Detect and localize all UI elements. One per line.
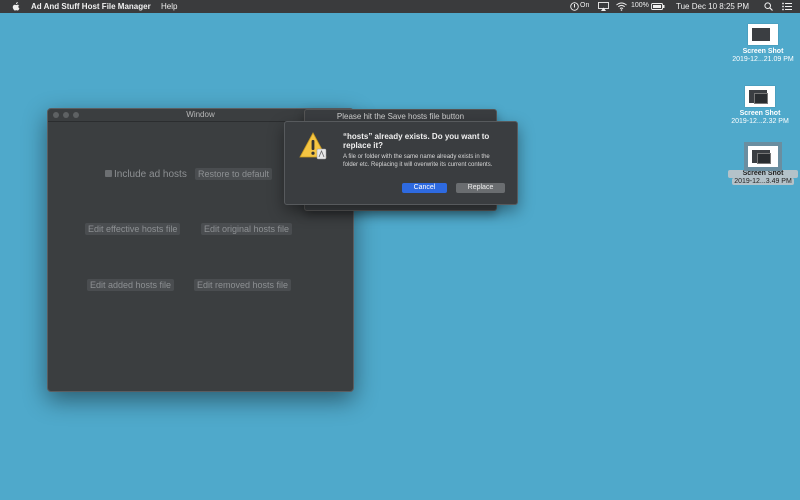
alert-informative-text: A file or folder with the same name alre… bbox=[343, 154, 493, 168]
file-date: 2019-12...3.49 PM bbox=[732, 178, 794, 185]
screenshot-thumbnail-icon bbox=[748, 24, 778, 45]
app-menu[interactable]: Ad And Stuff Host File Manager bbox=[31, 2, 151, 11]
file-name: Screen Shot bbox=[742, 48, 784, 55]
battery-percent: 100% bbox=[631, 2, 649, 9]
include-ad-hosts-checkbox[interactable]: Include ad hosts bbox=[105, 169, 187, 180]
battery-icon[interactable] bbox=[651, 3, 665, 10]
airplay-icon[interactable] bbox=[598, 2, 609, 11]
cancel-button[interactable]: Cancel bbox=[402, 183, 447, 193]
edit-removed-hosts-button[interactable]: Edit removed hosts file bbox=[194, 279, 292, 291]
spotlight-search-icon[interactable] bbox=[764, 2, 773, 11]
apple-menu-icon[interactable] bbox=[12, 2, 20, 11]
sheet-title: Please hit the Save hosts file button bbox=[336, 112, 465, 121]
file-date: 2019-12...2.32 PM bbox=[731, 118, 789, 125]
desktop-file-screenshot-2[interactable]: Screen Shot 2019-12...2.32 PM bbox=[725, 86, 795, 126]
edit-effective-hosts-button[interactable]: Edit effective hosts file bbox=[85, 223, 181, 235]
warning-icon bbox=[299, 132, 327, 160]
notification-center-icon[interactable] bbox=[782, 2, 792, 11]
file-date: 2019-12...21.09 PM bbox=[732, 56, 794, 63]
screenshot-thumbnail-icon bbox=[745, 86, 775, 107]
checkbox-icon bbox=[105, 169, 112, 177]
alert-message: “hosts” already exists. Do you want to r… bbox=[343, 132, 490, 150]
desktop-file-screenshot-3[interactable]: Screen Shot 2019-12...3.49 PM bbox=[728, 142, 798, 186]
replace-file-alert: “hosts” already exists. Do you want to r… bbox=[284, 121, 518, 205]
edit-original-hosts-button[interactable]: Edit original hosts file bbox=[201, 223, 293, 235]
vpn-icon[interactable] bbox=[570, 2, 579, 11]
wifi-icon[interactable] bbox=[616, 2, 627, 11]
clock[interactable]: Tue Dec 10 8:25 PM bbox=[676, 2, 749, 11]
checkbox-label: Include ad hosts bbox=[114, 169, 187, 180]
vpn-status-label: On bbox=[580, 2, 590, 9]
restore-default-button[interactable]: Restore to default bbox=[195, 168, 273, 180]
menu-bar: Ad And Stuff Host File Manager Help On 1… bbox=[0, 0, 800, 13]
status-area: On 100% Tue Dec 10 8:25 PM bbox=[540, 0, 800, 13]
file-name: Screen Shot bbox=[728, 170, 798, 178]
file-name: Screen Shot bbox=[739, 110, 781, 117]
help-menu[interactable]: Help bbox=[161, 2, 177, 11]
screenshot-thumbnail-icon bbox=[744, 142, 782, 171]
desktop-file-screenshot-1[interactable]: Screen Shot 2019-12...21.09 PM bbox=[728, 24, 798, 64]
edit-added-hosts-button[interactable]: Edit added hosts file bbox=[87, 279, 175, 291]
replace-button[interactable]: Replace bbox=[456, 183, 505, 193]
